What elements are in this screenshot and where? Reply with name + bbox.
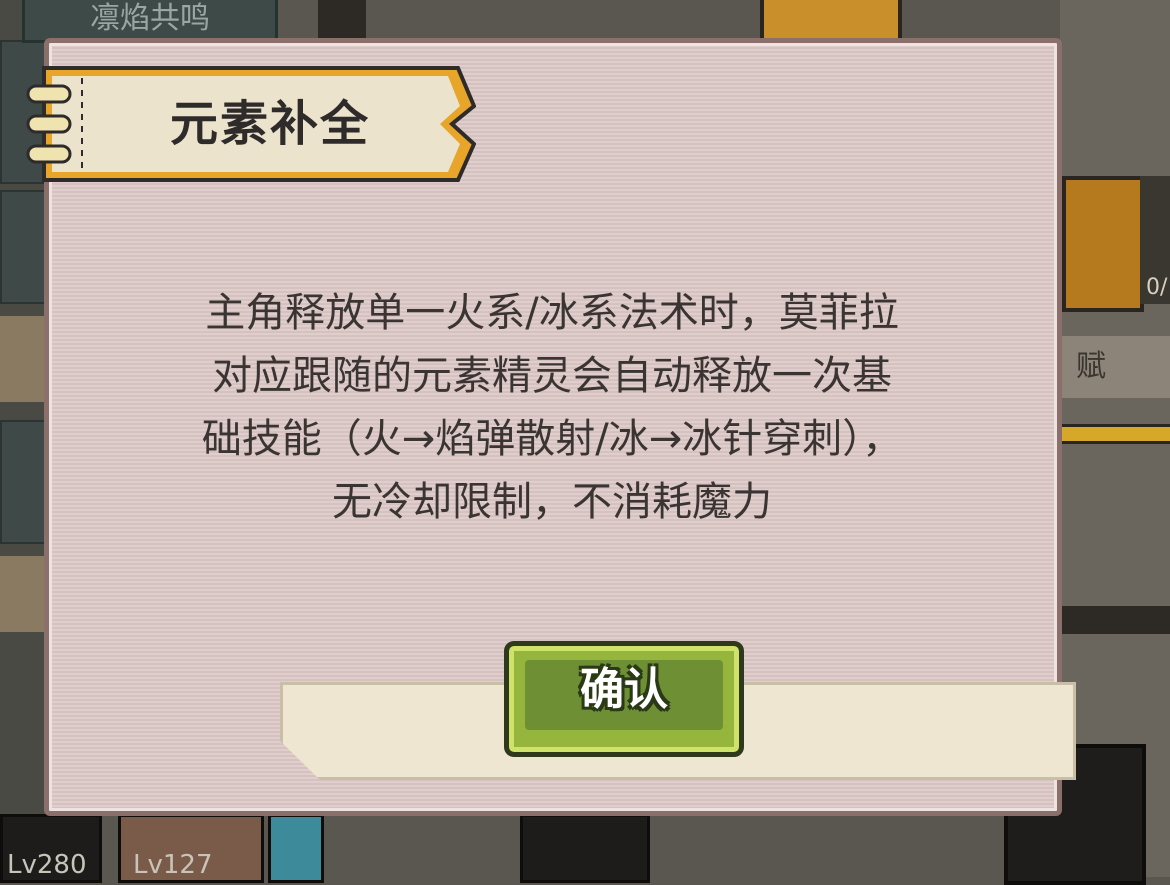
left-slot bbox=[0, 190, 50, 304]
confirm-button-label: 确认 bbox=[580, 664, 668, 715]
confirm-button[interactable]: 确认 bbox=[504, 641, 744, 757]
description-line: 础技能（火→焰弹散射/冰→冰针穿刺）， bbox=[201, 416, 903, 462]
hero-level: Lv280 bbox=[7, 850, 87, 880]
title-ribbon: 元素补全 bbox=[26, 62, 476, 186]
resonance-tab: 凛焰共鸣 bbox=[22, 0, 278, 43]
skill-description: 主角释放单一火系/冰系法术时，莫菲拉 对应跟随的元素精灵会自动释放一次基 础技能… bbox=[92, 282, 1012, 534]
dialog-title: 元素补全 bbox=[169, 96, 370, 152]
hero-slot bbox=[268, 814, 324, 883]
hero-slot bbox=[520, 814, 650, 883]
skill-counter: 0/ bbox=[1140, 176, 1170, 304]
hero-level: Lv127 bbox=[133, 850, 213, 880]
top-strip bbox=[318, 0, 366, 40]
left-tab bbox=[0, 556, 48, 632]
left-slot bbox=[0, 420, 50, 544]
description-line: 对应跟随的元素精灵会自动释放一次基 bbox=[212, 353, 892, 399]
description-line: 无冷却限制，不消耗魔力 bbox=[332, 479, 772, 525]
description-line: 主角释放单一火系/冰系法术时，莫菲拉 bbox=[205, 290, 899, 336]
arrow-skill-icon bbox=[1062, 176, 1144, 312]
talent-tab: 赋 bbox=[1062, 336, 1170, 398]
left-tab bbox=[0, 316, 48, 402]
skill-count-text: 0/ bbox=[1146, 275, 1168, 300]
divider bbox=[1062, 424, 1170, 444]
hero-slot: Lv280 bbox=[0, 814, 102, 883]
ribbon-clips-icon bbox=[26, 84, 72, 164]
hero-slot: Lv127 bbox=[118, 814, 264, 883]
divider bbox=[1062, 606, 1170, 634]
